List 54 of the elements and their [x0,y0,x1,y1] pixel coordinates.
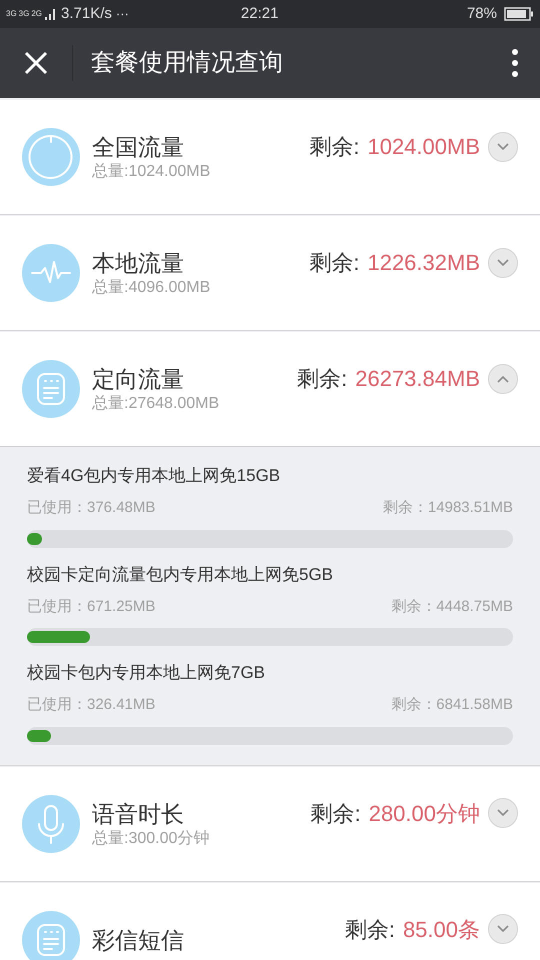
network-type: 2G [31,10,42,18]
item-total: 总量:27648.00MB [92,394,220,414]
remaining-value: 1024.00MB [367,133,480,161]
item-name: 语音时长 [92,800,185,828]
expand-toggle[interactable] [488,798,518,828]
network-speed: 3.71K/s [61,4,112,24]
network-type: 3G [18,10,30,18]
item-total: 总量:300.00分钟 [92,828,210,848]
item-total: 总量:1024.00MB [92,162,210,182]
chevron-down-icon [497,142,509,150]
remaining-label: 剩余: [309,133,360,161]
package-name: 校园卡包内专用本地上网免7GB [27,662,266,684]
chevron-down-icon [497,925,509,933]
used-amount: 已使用：671.25MB [27,596,156,616]
close-icon [24,51,48,75]
chevron-down-icon [497,809,509,817]
expand-toggle[interactable] [488,248,518,278]
item-name: 本地流量 [92,249,185,278]
remaining-label: 剩余: [310,800,361,828]
remaining-label: 剩余: [297,365,348,393]
expand-toggle[interactable] [488,132,518,162]
pulse-icon [21,243,81,303]
used-amount: 已使用：326.41MB [27,695,156,715]
microphone-icon [21,794,81,854]
signal-icon [44,7,56,21]
more-indicator: ··· [116,5,129,24]
item-name: 彩信短信 [92,926,184,954]
remaining-amount: 剩余：14983.51MB [382,498,513,518]
remaining-value: 280.00分钟 [368,800,480,828]
package-name: 校园卡定向流量包内专用本地上网免5GB [27,564,334,586]
page-title: 套餐使用情况查询 [91,48,283,78]
expand-toggle[interactable] [488,914,518,944]
ring-icon [21,127,81,187]
used-amount: 已使用：376.48MB [27,498,156,518]
battery-icon [504,7,534,21]
remaining-value: 1226.32MB [367,249,480,277]
remaining-label: 剩余: [309,249,360,277]
chevron-down-icon [497,258,509,266]
chevron-up-icon [497,374,509,382]
remaining-amount: 剩余：6841.58MB [391,695,513,715]
item-total: 总量:4096.00MB [92,278,210,298]
item-name: 全国流量 [92,133,185,162]
remaining-amount: 剩余：4448.75MB [391,596,513,616]
chat-icon [21,359,81,419]
item-name: 定向流量 [92,365,185,394]
clock: 22:21 [240,4,278,24]
network-type: 3G [6,10,17,18]
battery-percent: 78% [466,4,497,24]
expand-toggle[interactable] [488,364,518,394]
remaining-value: 85.00条 [402,916,480,944]
package-name: 爱看4G包内专用本地上网免15GB [27,465,282,487]
more-icon [511,48,519,78]
remaining-label: 剩余: [344,916,395,944]
remaining-value: 26273.84MB [355,365,480,393]
